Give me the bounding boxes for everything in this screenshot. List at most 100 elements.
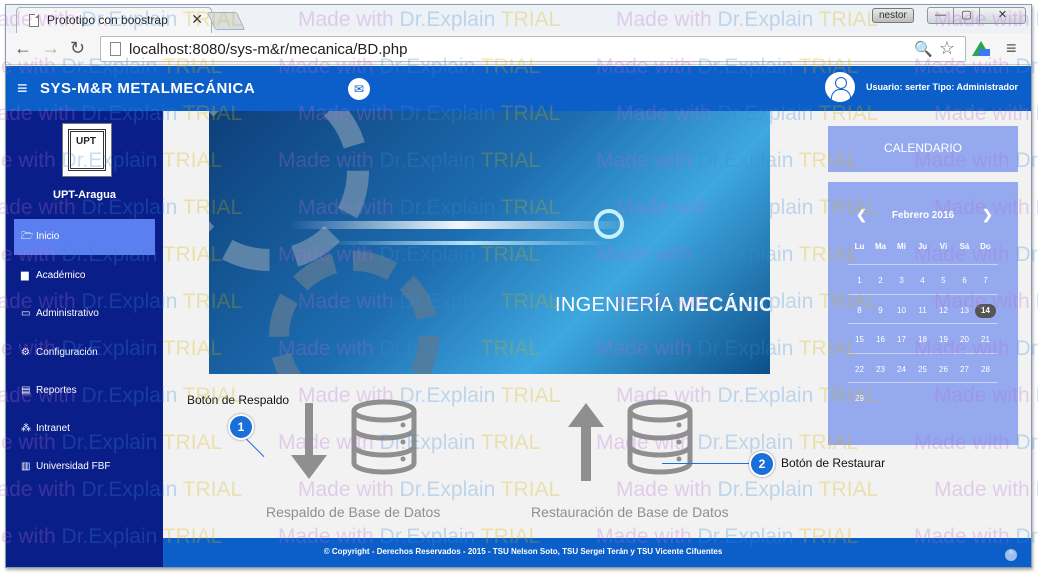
user-avatar-icon[interactable] [825,72,855,102]
circuit-node [594,209,624,239]
new-tab-button[interactable] [206,12,246,30]
callout-badge-1: 1 [228,414,254,440]
next-month-icon[interactable]: ❯ [982,207,993,223]
logo-text: UPT [76,136,96,147]
calendar-day[interactable]: 11 [912,304,933,318]
address-bar[interactable]: localhost:8080/sys-m&r/mecanica/BD.php 🔍… [100,36,966,62]
callout-label-restore: Botón de Restaurar [781,456,886,470]
light-streak [329,241,609,245]
scroll-top-icon[interactable]: ^ [1005,549,1017,561]
maximize-button[interactable]: ▢ [953,7,980,24]
tab-title: Prototipo con boostrap [47,13,168,27]
bookmark-star-icon[interactable]: ☆ [939,38,955,59]
weekday-label: Do [980,242,991,251]
backup-database-icon[interactable] [351,399,417,475]
calendar-row-divider [848,293,998,295]
browser-tab[interactable]: Prototipo con boostrap ✕ [16,7,212,33]
calendar-day[interactable]: 19 [933,333,954,347]
banner-title: INGENIERÍA MECÁNICA [555,294,770,316]
calendar-day[interactable]: 15 [849,333,870,347]
browser-window: Prototipo con boostrap ✕ nestor — ▢ ✕ ← … [5,4,1032,568]
sidebar-item-reportes[interactable]: ▤ Reportes [14,373,155,409]
sidebar-item-label: Intranet [36,423,70,434]
calendar-day[interactable]: 13 [954,304,975,318]
copyright-text: © Copyright - Derechos Reservados - 2015… [323,547,723,556]
zoom-icon[interactable]: 🔍 [914,40,933,58]
book-icon: ▆ [21,270,29,281]
google-drive-icon[interactable] [972,41,990,56]
url-text[interactable]: localhost:8080/sys-m&r/mecanica/BD.php [129,41,407,58]
browser-toolbar: ← → ↻ localhost:8080/sys-m&r/mecanica/BD… [6,33,1031,65]
profile-button[interactable]: nestor [872,8,914,23]
calendar-day[interactable]: 12 [933,304,954,318]
page-favicon-icon [29,14,39,27]
user-info: Usuario: serter Tipo: Administrador [866,82,1019,92]
hamburger-menu-icon[interactable]: ≡ [17,78,28,99]
calendar-day[interactable]: 23 [870,363,891,377]
calendar-row-divider [848,323,998,324]
back-button[interactable]: ← [14,38,32,59]
sidebar-item-label: Inicio [36,231,60,242]
minimize-button[interactable]: — [927,7,954,24]
reload-button[interactable]: ↻ [70,38,85,59]
gears-icon: ⚙ [21,347,30,358]
calendar-day[interactable]: 18 [912,333,933,347]
calendar-day[interactable]: 4 [912,274,933,288]
calendar-day[interactable]: 16 [870,333,891,347]
calendar-day[interactable]: 28 [975,363,996,377]
restore-arrow-up-icon[interactable] [568,403,604,481]
light-streak [289,221,629,229]
calendar-day[interactable]: 29 [849,392,870,406]
sidebar-item-administrativo[interactable]: ▭ Administrativo [14,296,155,332]
calendar-day[interactable]: 6 [954,274,975,288]
sidebar-item-universidad-fbf[interactable]: ▥ Universidad FBF [14,449,155,485]
calendar-day[interactable]: 24 [891,363,912,377]
calendar-day[interactable]: 2 [870,274,891,288]
calendar-day[interactable]: 8 [849,304,870,318]
calendar-day[interactable]: 26 [933,363,954,377]
monitor-icon: ▭ [21,308,31,319]
browser-menu-icon[interactable]: ≡ [1006,38,1017,59]
sidebar-item-label: Académico [36,270,86,281]
calendar-day[interactable]: 21 [975,333,996,347]
calendar-day[interactable]: 17 [891,333,912,347]
calendar-day[interactable]: 20 [954,333,975,347]
tab-close-icon[interactable]: ✕ [191,11,203,28]
sidebar-item-academico[interactable]: ▆ Académico [14,258,155,294]
backup-arrow-down-icon[interactable] [291,403,327,481]
page-icon [110,42,121,56]
main-content: INGENIERÍA MECÁNICA Respaldo de Base de … [163,111,823,536]
sidebar-item-label: Configuración [36,347,98,358]
calendar-day[interactable]: 27 [954,363,975,377]
calendar-day[interactable]: 9 [870,304,891,318]
calendar-day[interactable]: 3 [891,274,912,288]
sidebar-item-label: Universidad FBF [36,461,111,472]
restore-caption: Restauración de Base de Datos [531,504,729,520]
sidebar-item-inicio[interactable]: 🗁 Inicio [14,219,155,255]
calendar-header: CALENDARIO [828,126,1018,172]
sidebar-item-configuracion[interactable]: ⚙ Configuración [14,335,155,371]
sitemap-icon: ⁂ [21,423,31,434]
calendar-day[interactable]: 25 [912,363,933,377]
calendar-day[interactable]: 10 [891,304,912,318]
sidebar-item-intranet[interactable]: ⁂ Intranet [14,411,155,447]
calendar-day-today[interactable]: 14 [975,303,996,318]
gear-graphic [269,251,439,374]
callout-label-backup: Botón de Respaldo [187,393,290,407]
calendar-row-divider [848,382,998,383]
sidebar-item-label: Reportes [36,385,77,396]
sidebar-item-label: Administrativo [36,308,99,319]
close-window-button[interactable]: ✕ [979,7,1026,24]
calendar-day[interactable]: 7 [975,274,996,288]
title-bar: Prototipo con boostrap ✕ nestor — ▢ ✕ [6,5,1031,33]
institution-icon: ▥ [21,461,31,472]
mail-icon[interactable]: ✉ [348,78,370,100]
calendar-day[interactable]: 5 [933,274,954,288]
calendar-day[interactable]: 1 [849,274,870,288]
callout-badge-2: 2 [749,451,775,477]
weekday-label: Sá [959,242,970,251]
forward-button[interactable]: → [42,38,60,59]
app-header: ≡ SYS-M&R METALMECÁNICA ✉ Usuario: serte… [6,66,1031,111]
file-text-icon: ▤ [21,385,31,396]
calendar-day[interactable]: 22 [849,363,870,377]
